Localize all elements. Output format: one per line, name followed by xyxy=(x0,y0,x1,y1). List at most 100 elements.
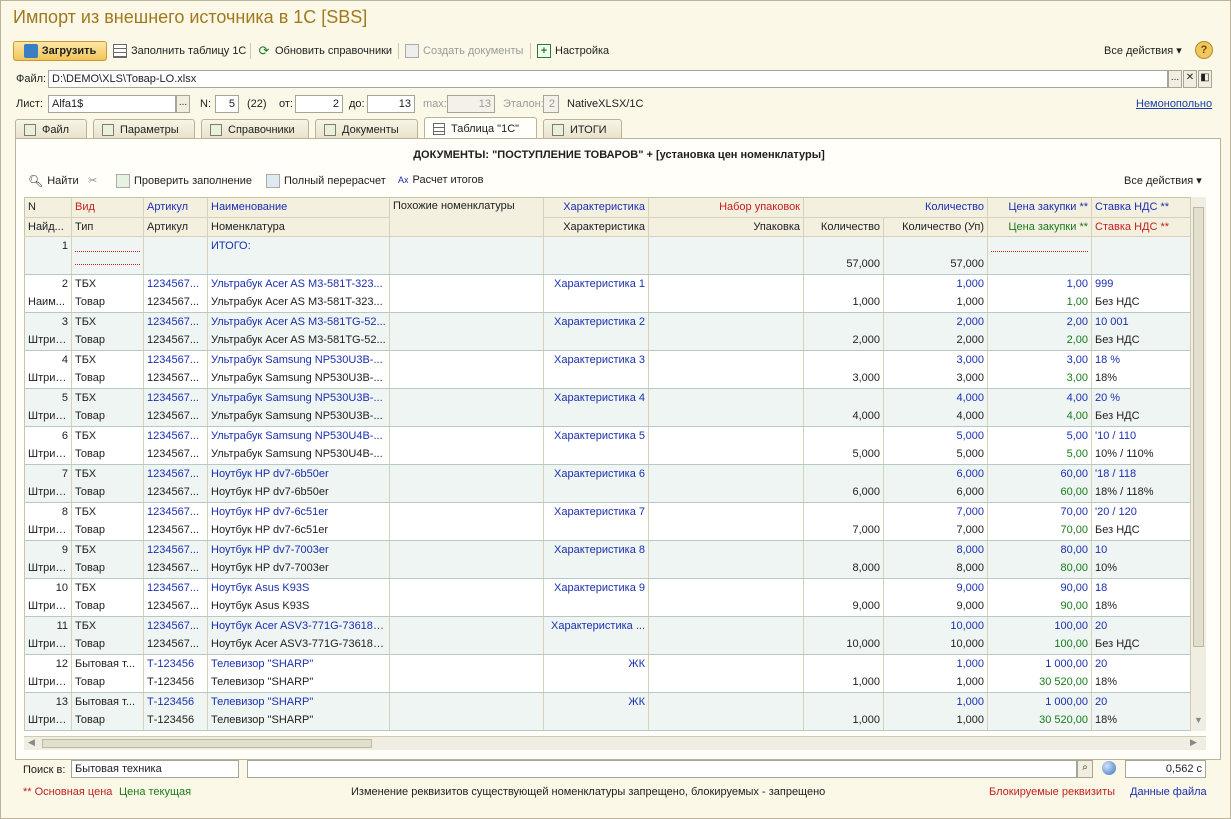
cell[interactable] xyxy=(543,369,649,389)
cell[interactable]: 1,000 xyxy=(882,654,988,673)
cell[interactable]: 7,000 xyxy=(803,521,884,541)
cell[interactable]: 100,00 xyxy=(987,616,1092,635)
table-row[interactable]: Штрих... Товар 1234567... Ультрабук Samsung… xyxy=(24,445,1191,465)
cell[interactable] xyxy=(389,673,544,693)
cell[interactable]: Товар xyxy=(71,597,144,617)
open-file-icon[interactable]: ◧ xyxy=(1198,70,1212,88)
cell[interactable] xyxy=(543,711,649,731)
cell[interactable]: 57,000 xyxy=(882,255,988,275)
cell[interactable]: Товар xyxy=(71,521,144,541)
cell[interactable] xyxy=(648,673,804,693)
cell[interactable] xyxy=(389,540,544,559)
tab-documents[interactable]: Документы xyxy=(315,119,418,139)
cell[interactable] xyxy=(543,635,649,655)
table-row[interactable]: Штрих... Товар Т-123456 Телевизор "SHARP" 1,… xyxy=(24,711,1191,731)
cell[interactable]: Ноутбук HP dv7-6b50er xyxy=(207,464,390,483)
cell[interactable]: 1234567... xyxy=(143,274,208,293)
cell[interactable] xyxy=(207,255,390,275)
cell[interactable]: 9,000 xyxy=(882,597,988,617)
cell[interactable]: 7,000 xyxy=(882,502,988,521)
check-fill-button[interactable]: Проверить заполнение xyxy=(116,174,252,188)
cell[interactable]: Без НДС xyxy=(1091,635,1191,655)
cell[interactable]: ЖК xyxy=(543,692,649,711)
col-header[interactable]: Упаковка xyxy=(648,217,804,237)
table-row[interactable]: Штрих... Товар Т-123456 Телевизор "SHARP" 1,… xyxy=(24,673,1191,693)
cell[interactable]: 1 000,00 xyxy=(987,654,1092,673)
cell[interactable]: ТБХ xyxy=(71,388,144,407)
cell[interactable]: ЖК xyxy=(543,654,649,673)
fill-table-button[interactable]: Заполнить таблицу 1С xyxy=(113,41,246,61)
browse-file-button[interactable]: ... xyxy=(1168,70,1182,88)
cell[interactable]: 5,000 xyxy=(803,445,884,465)
cell[interactable]: Товар xyxy=(71,711,144,731)
cell[interactable]: Штрих... xyxy=(24,597,72,617)
cell[interactable] xyxy=(648,293,804,313)
cell[interactable] xyxy=(389,445,544,465)
cell[interactable] xyxy=(71,236,144,255)
cell[interactable] xyxy=(803,350,884,369)
cell[interactable]: Телевизор "SHARP" xyxy=(207,654,390,673)
cell[interactable]: 10% xyxy=(1091,559,1191,579)
cell[interactable] xyxy=(1091,236,1191,255)
cell[interactable]: 5,00 xyxy=(987,445,1092,465)
cell[interactable] xyxy=(543,236,649,255)
cell[interactable]: 80,00 xyxy=(987,559,1092,579)
cell[interactable]: 3 xyxy=(24,312,72,331)
cell[interactable] xyxy=(803,616,884,635)
cell[interactable]: Штрих... xyxy=(24,673,72,693)
cell[interactable] xyxy=(648,464,804,483)
table-row[interactable]: Наим... Товар 1234567... Ультрабук Acer AS … xyxy=(24,293,1191,313)
cell[interactable]: Характеристика 6 xyxy=(543,464,649,483)
cell[interactable]: Характеристика 3 xyxy=(543,350,649,369)
cell[interactable] xyxy=(648,236,804,255)
cell[interactable] xyxy=(389,293,544,313)
col-header[interactable]: Номенклатура xyxy=(207,217,390,237)
cell[interactable]: 1234567... xyxy=(143,445,208,465)
cell[interactable] xyxy=(389,711,544,731)
cell[interactable] xyxy=(389,236,544,255)
cell[interactable]: Телевизор "SHARP" xyxy=(207,692,390,711)
cell[interactable]: Бытовая т... xyxy=(71,654,144,673)
cell[interactable] xyxy=(71,255,144,275)
cell[interactable]: Ультрабук Samsung NP530U3B-... xyxy=(207,350,390,369)
table-row[interactable]: 3 ТБХ 1234567... Ультрабук Acer AS M3-581TG… xyxy=(24,312,1191,331)
search-scope-input[interactable]: Бытовая техника xyxy=(71,760,239,778)
table-row[interactable]: Штрих... Товар 1234567... Ноутбук HP dv7-6c… xyxy=(24,521,1191,541)
col-header[interactable]: Количество xyxy=(802,198,988,218)
cell[interactable]: 3,000 xyxy=(882,369,988,389)
cell[interactable]: 1,000 xyxy=(882,692,988,711)
cell[interactable]: ТБХ xyxy=(71,464,144,483)
row-number-input[interactable]: 5 xyxy=(215,95,239,113)
cell[interactable]: 1234567... xyxy=(143,426,208,445)
cell[interactable]: 1,000 xyxy=(803,711,884,731)
cell[interactable] xyxy=(648,597,804,617)
cell[interactable]: 60,00 xyxy=(987,483,1092,503)
cell[interactable]: ТБХ xyxy=(71,502,144,521)
cell[interactable] xyxy=(648,350,804,369)
cell[interactable] xyxy=(803,654,884,673)
cell[interactable]: 3,00 xyxy=(987,369,1092,389)
vertical-scrollbar[interactable]: ▼ xyxy=(1190,197,1206,731)
cell[interactable]: Штрих... xyxy=(24,445,72,465)
cell[interactable] xyxy=(389,578,544,597)
cell[interactable]: 9 xyxy=(24,540,72,559)
cell[interactable] xyxy=(648,483,804,503)
col-header[interactable]: Наименование xyxy=(207,198,390,218)
cell[interactable] xyxy=(648,369,804,389)
cell[interactable] xyxy=(24,255,72,275)
cell[interactable] xyxy=(543,293,649,313)
cell[interactable]: 20 xyxy=(1091,654,1191,673)
cell[interactable] xyxy=(543,521,649,541)
table-row[interactable]: 13 Бытовая т... Т-123456 Телевизор "SHARP" Ж… xyxy=(24,692,1191,711)
cell[interactable]: 18 % xyxy=(1091,350,1191,369)
cell[interactable] xyxy=(648,445,804,465)
col-header[interactable]: Найд... xyxy=(24,217,72,237)
cell[interactable]: 2,000 xyxy=(803,331,884,351)
cell[interactable]: Ноутбук HP dv7-7003er xyxy=(207,540,390,559)
cell[interactable]: Штрих... xyxy=(24,635,72,655)
cell[interactable]: Ультрабук Samsung NP530U3B-... xyxy=(207,388,390,407)
cell[interactable]: 70,00 xyxy=(987,521,1092,541)
scroll-right-icon[interactable]: ▶ xyxy=(1190,737,1197,748)
cell[interactable]: Штрих... xyxy=(24,369,72,389)
cell[interactable]: Ноутбук HP dv7-6b50er xyxy=(207,483,390,503)
